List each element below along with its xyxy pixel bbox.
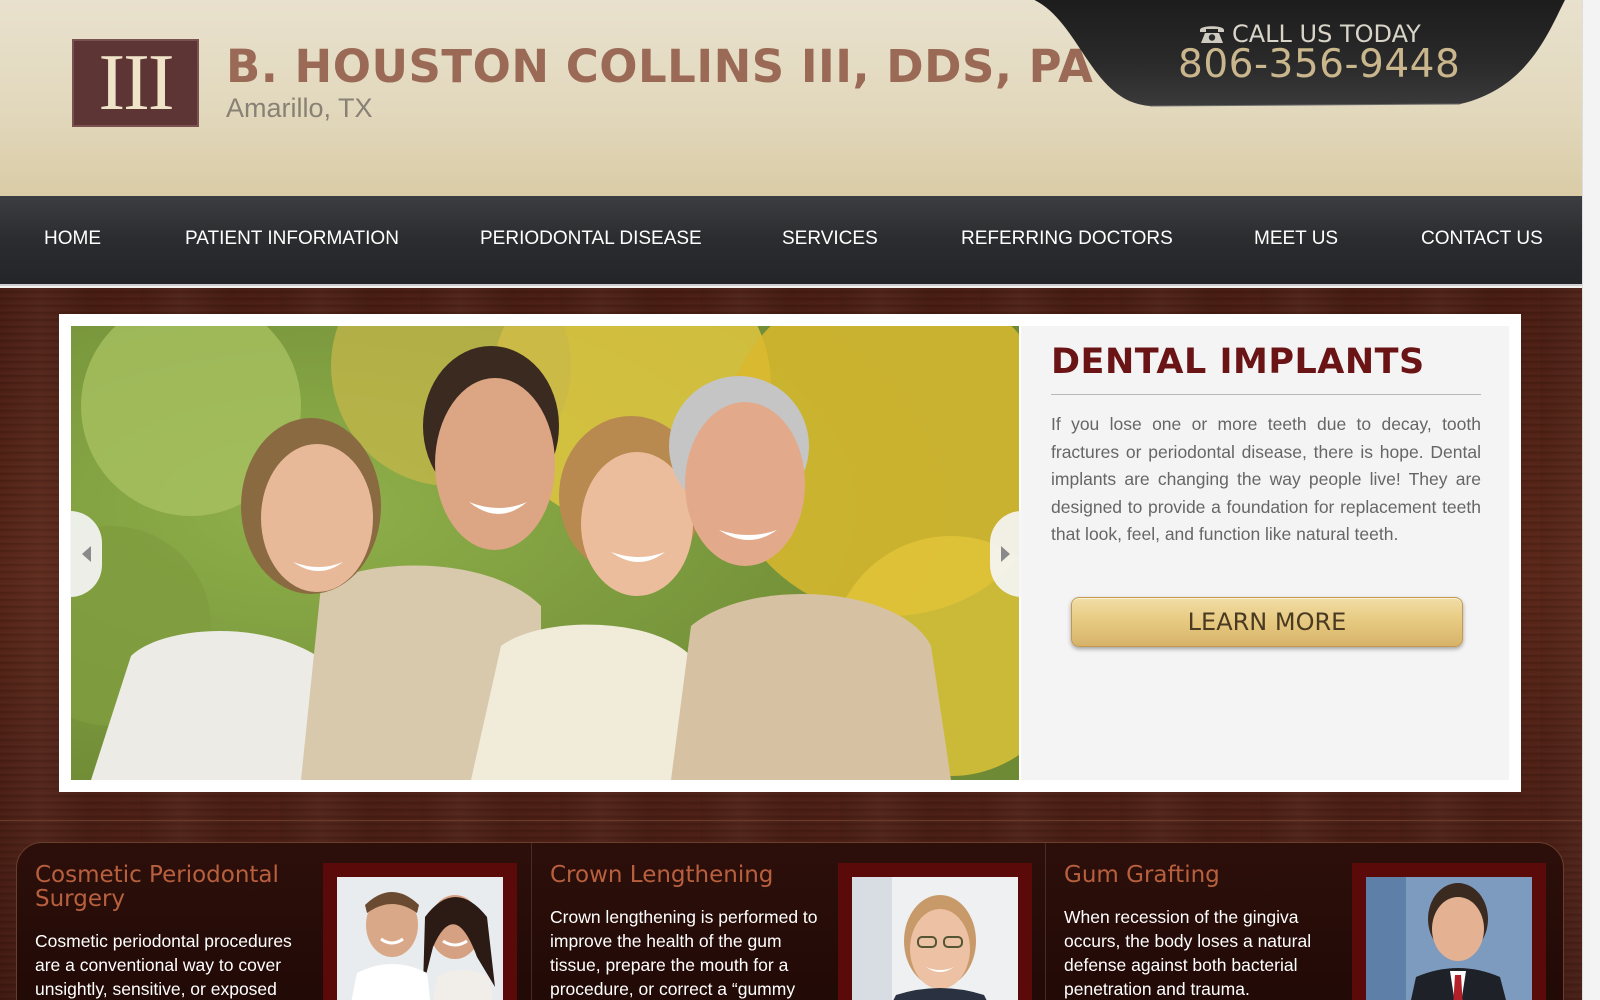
feature-title[interactable]: Gum Grafting [1064, 863, 1354, 887]
slide-content-panel: DENTAL IMPLANTS If you lose one or more … [1021, 326, 1509, 780]
feature-photo-frame [323, 863, 517, 1000]
feature-photo-couple [337, 877, 503, 1000]
slide-body-text: If you lose one or more teeth due to dec… [1051, 414, 1481, 545]
nav-referring-doctors[interactable]: REFERRING DOCTORS [961, 228, 1173, 250]
feature-photo-businessman [1366, 877, 1532, 1000]
chevron-right-icon [1001, 546, 1010, 562]
nav-patient-information[interactable]: PATIENT INFORMATION [185, 228, 399, 250]
nav-contact-us[interactable]: CONTACT US [1421, 228, 1543, 250]
slide-heading: DENTAL IMPLANTS [1051, 342, 1425, 382]
slide-divider [1051, 394, 1481, 395]
feature-cosmetic-periodontal-surgery[interactable]: Cosmetic Periodontal Surgery Cosmetic pe… [17, 843, 531, 1000]
feature-title[interactable]: Cosmetic Periodontal Surgery [35, 863, 325, 911]
site-title[interactable]: B. HOUSTON COLLINS III, DDS, PA [226, 40, 1093, 93]
featured-services: Cosmetic Periodontal Surgery Cosmetic pe… [16, 842, 1564, 1000]
feature-photo-frame [1352, 863, 1546, 1000]
site-subtitle: Amarillo, TX [226, 93, 373, 123]
feature-text: Crown lengthening is performed to improv… [550, 907, 818, 999]
feature-text: Cosmetic periodontal procedures are a co… [35, 931, 292, 999]
main-nav: HOME PATIENT INFORMATION PERIODONTAL DIS… [0, 196, 1582, 286]
nav-periodontal-disease[interactable]: PERIODONTAL DISEASE [480, 228, 702, 250]
hero-slider: DENTAL IMPLANTS If you lose one or more … [59, 314, 1521, 792]
learn-more-button[interactable]: LEARN MORE [1071, 597, 1463, 647]
nav-services[interactable]: SERVICES [782, 228, 878, 250]
site-logo[interactable]: III [72, 39, 199, 127]
nav-meet-us[interactable]: MEET US [1254, 228, 1338, 250]
feature-photo-woman [852, 877, 1018, 1000]
scrollbar[interactable] [1582, 0, 1600, 1000]
feature-gum-grafting[interactable]: Gum Grafting When recession of the gingi… [1045, 843, 1559, 1000]
feature-text: When recession of the gingiva occurs, th… [1064, 907, 1312, 999]
chevron-left-icon [82, 546, 91, 562]
slide-photo-family [71, 326, 1019, 780]
section-divider [0, 820, 1582, 821]
page: III B. HOUSTON COLLINS III, DDS, PA Amar… [0, 0, 1582, 1000]
phone-number[interactable]: 806-356-9448 [1178, 42, 1460, 87]
site-header: III B. HOUSTON COLLINS III, DDS, PA Amar… [0, 0, 1582, 196]
nav-home[interactable]: HOME [44, 228, 101, 250]
feature-crown-lengthening[interactable]: Crown Lengthening Crown lengthening is p… [531, 843, 1045, 1000]
logo-text: III [98, 39, 175, 127]
feature-title[interactable]: Crown Lengthening [550, 863, 840, 887]
feature-photo-frame [838, 863, 1032, 1000]
